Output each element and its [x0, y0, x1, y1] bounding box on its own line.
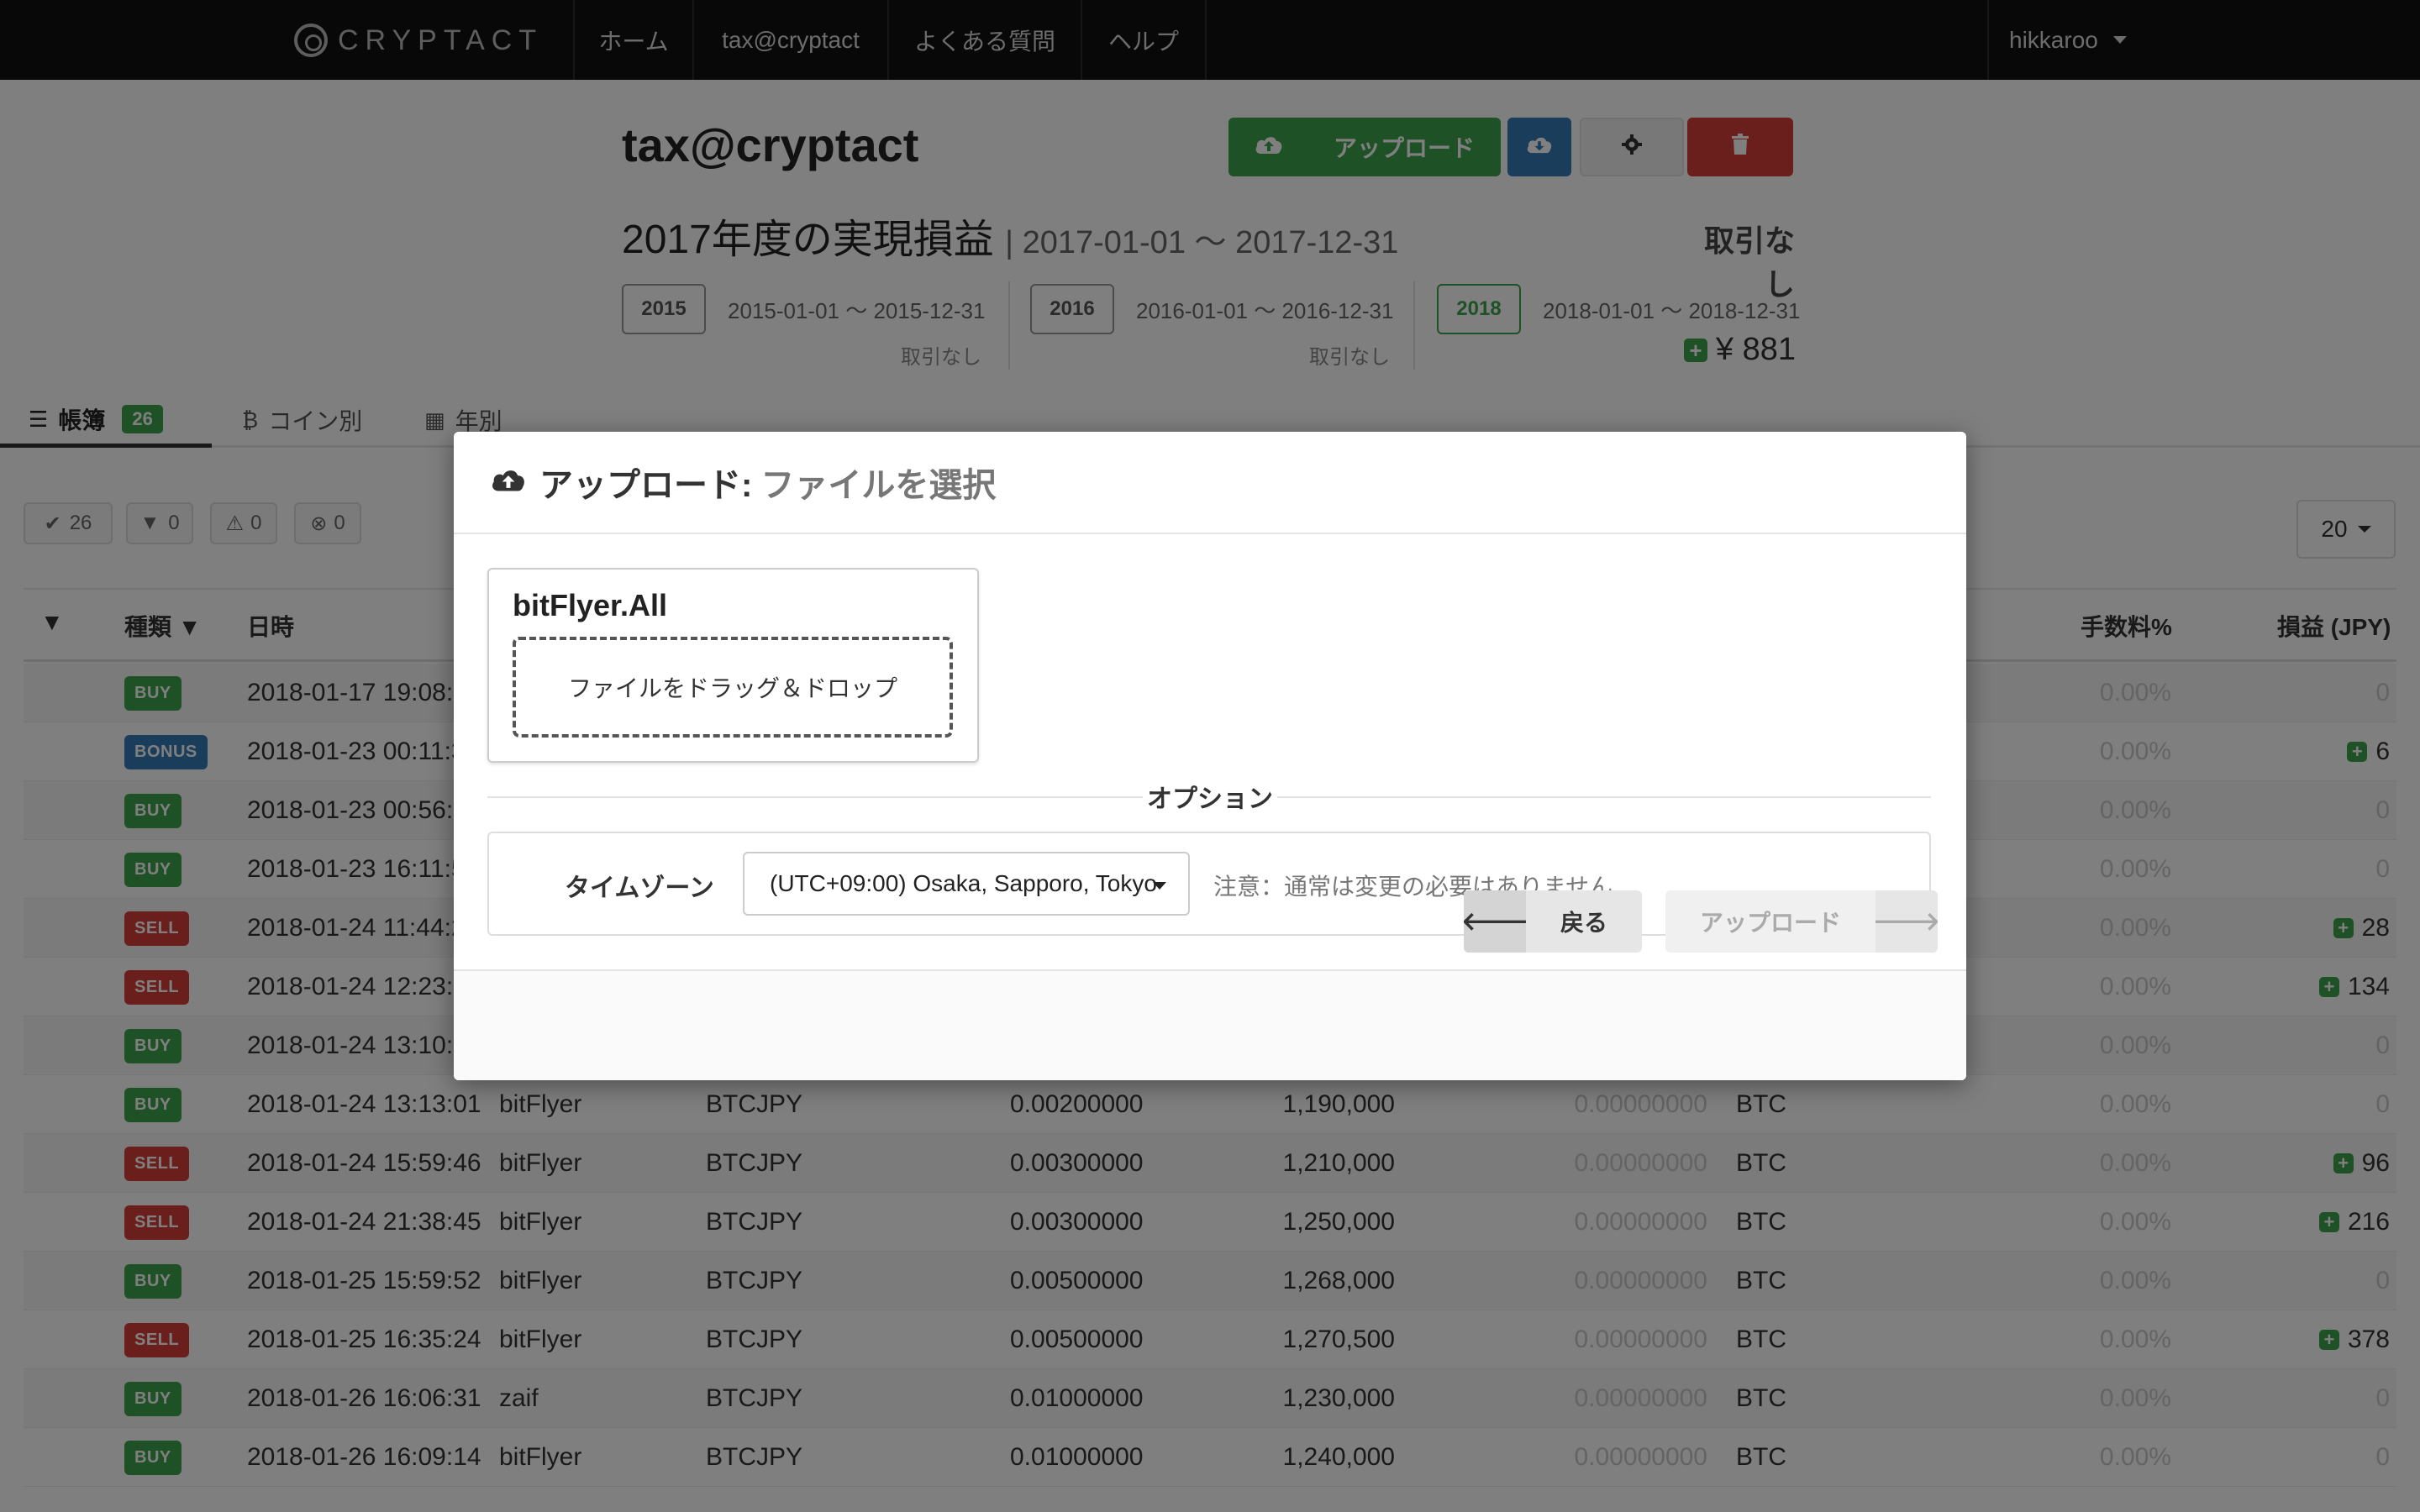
- source-name: bitFlyer.All: [513, 588, 668, 622]
- modal-header: アップロード: ファイルを選択: [454, 432, 1966, 534]
- file-dropzone[interactable]: ファイルをドラッグ＆ドロップ: [513, 637, 953, 738]
- timezone-value: (UTC+09:00) Osaka, Sapporo, Tokyo: [770, 870, 1157, 896]
- arrow-left-icon: 🡐: [1464, 890, 1528, 953]
- options-divider-right: [1277, 796, 1931, 798]
- chevron-down-icon: [1153, 882, 1166, 890]
- options-divider-left: [487, 796, 1143, 798]
- modal-upload-button[interactable]: アップロード 🡒: [1665, 890, 1938, 953]
- timezone-select[interactable]: (UTC+09:00) Osaka, Sapporo, Tokyo: [743, 852, 1190, 916]
- timezone-label: タイムゾーン: [565, 874, 714, 902]
- upload-modal: アップロード: ファイルを選択 bitFlyer.All ファイルをドラッグ＆ド…: [454, 432, 1966, 1080]
- source-card: bitFlyer.All ファイルをドラッグ＆ドロップ: [487, 568, 979, 763]
- modal-title-text: アップロード:: [539, 467, 753, 504]
- options-label: オプション: [1143, 778, 1277, 815]
- modal-title-step: ファイルを選択: [760, 467, 997, 504]
- back-button[interactable]: 🡐 戻る: [1464, 890, 1642, 953]
- modal-upload-button-label: アップロード: [1699, 910, 1841, 936]
- modal-title: アップロード: ファイルを選択: [491, 458, 996, 507]
- back-button-label: 戻る: [1560, 910, 1607, 936]
- modal-footer: [454, 969, 1966, 1080]
- arrow-right-icon: 🡒: [1873, 890, 1938, 953]
- cloud-upload-icon: [491, 464, 526, 501]
